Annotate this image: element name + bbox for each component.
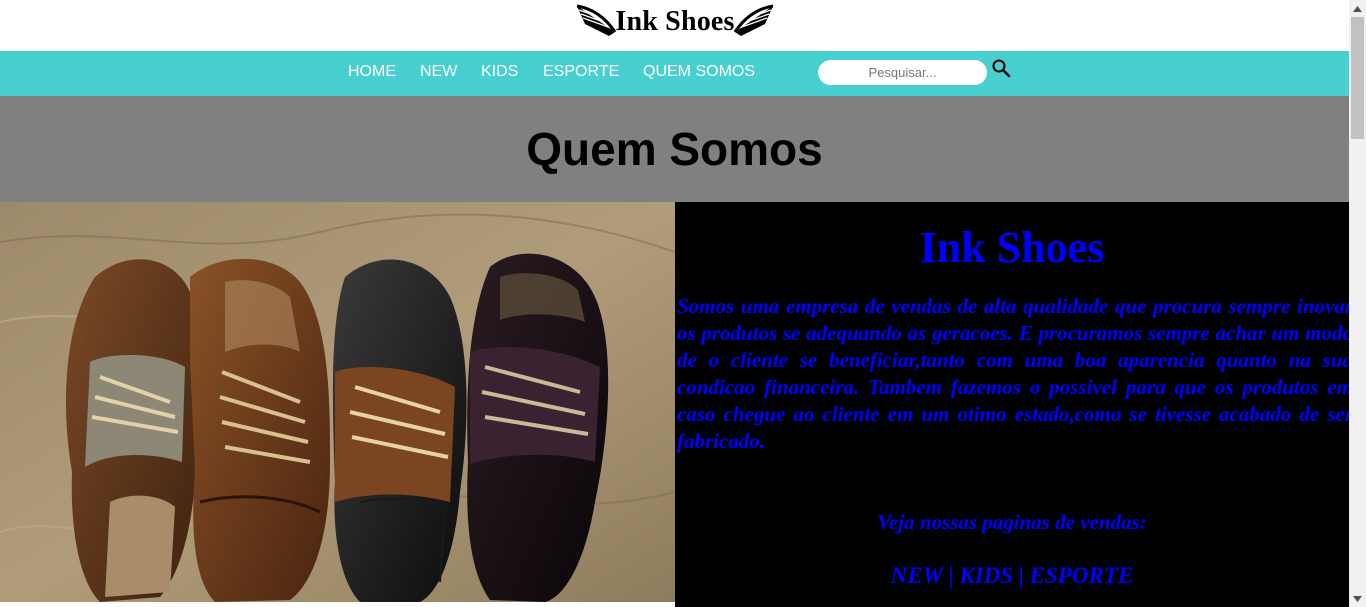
nav-item-new[interactable]: NEW [420,63,457,81]
link-separator: | [1013,563,1030,588]
logo-text: Ink Shoes [615,6,735,37]
page: Ink Shoes HOME NEW KIDS ESPORTE QUEM SOM… [0,0,1349,607]
site-header: Ink Shoes [0,0,1349,51]
link-new[interactable]: NEW [891,563,943,588]
scroll-down-icon[interactable] [1349,590,1366,607]
nav-item-kids[interactable]: KIDS [481,63,518,81]
scroll-thumb[interactable] [1351,17,1364,139]
vertical-scrollbar[interactable] [1349,0,1366,607]
wing-right-icon [733,4,774,36]
about-brand-title: Ink Shoes [919,223,1105,272]
page-title: Quem Somos [526,123,823,175]
about-cta: Veja nossas paginas de vendas: [877,510,1147,534]
about-links: NEW | KIDS | ESPORTE [675,563,1349,589]
shoes-photo-illustration [0,202,675,602]
link-separator: | [942,563,960,588]
title-band: Quem Somos [0,96,1349,202]
link-kids[interactable]: KIDS [959,563,1013,588]
search-icon[interactable] [991,58,1011,78]
search-input[interactable] [818,60,987,85]
main-nav: HOME NEW KIDS ESPORTE QUEM SOMOS [0,51,1349,96]
shoes-photo [0,202,675,602]
wing-left-icon [576,4,617,36]
link-esporte[interactable]: ESPORTE [1030,563,1134,588]
nav-item-home[interactable]: HOME [348,63,396,81]
nav-item-esporte[interactable]: ESPORTE [543,63,619,81]
about-panel: Ink Shoes Somos uma empresa de vendas de… [675,202,1349,607]
about-description: Somos uma empresa de vendas de alta qual… [677,294,1349,453]
scroll-up-icon[interactable] [1349,0,1366,17]
nav-item-quem-somos[interactable]: QUEM SOMOS [643,63,755,81]
logo[interactable]: Ink Shoes [575,0,775,44]
